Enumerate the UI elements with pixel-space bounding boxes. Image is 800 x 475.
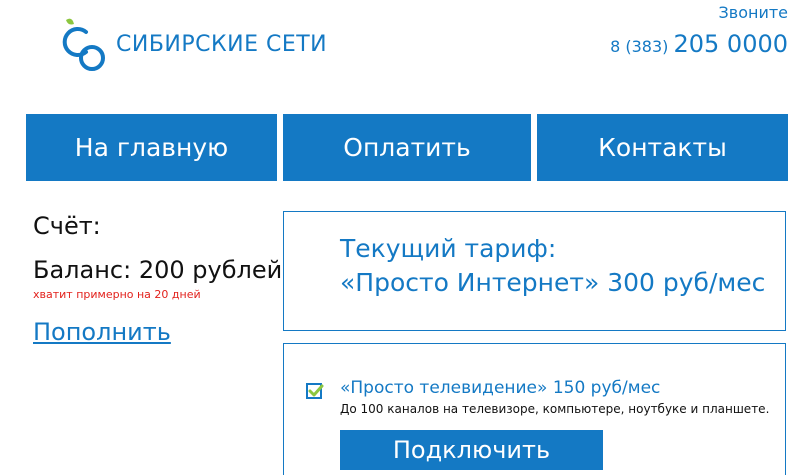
brand-name: СИБИРСКИЕ СЕТИ (116, 32, 328, 57)
page: СИБИРСКИЕ СЕТИ Звоните 8 (383) 205 0000 … (0, 0, 800, 475)
logo[interactable]: СИБИРСКИЕ СЕТИ (60, 16, 327, 74)
checkmark-icon (308, 384, 324, 397)
nav-home-button[interactable]: На главную (26, 114, 277, 181)
balance-hint: хватит примерно на 20 дней (33, 288, 201, 301)
nav-contacts-button[interactable]: Контакты (537, 114, 788, 181)
offer-description: До 100 каналов на телевизоре, компьютере… (340, 402, 770, 416)
phone-code: 8 (383) (610, 37, 669, 56)
call-label: Звоните (718, 3, 789, 22)
logo-mark-icon (62, 18, 105, 71)
topup-link[interactable]: Пополнить (33, 318, 171, 346)
nav-pay-button[interactable]: Оплатить (283, 114, 531, 181)
offer-title: «Просто телевидение» 150 руб/мес (340, 378, 661, 398)
current-tariff-panel: Текущий тариф: «Просто Интернет» 300 руб… (283, 211, 786, 331)
balance-text: Баланс: 200 рублей (33, 256, 283, 284)
tariff-name: «Просто Интернет» 300 руб/мес (340, 268, 766, 297)
tariff-title: Текущий тариф: (340, 234, 557, 263)
offer-checkbox[interactable] (306, 383, 324, 399)
phone-digits: 205 0000 (673, 30, 788, 58)
account-label: Счёт: (33, 212, 101, 240)
tv-offer-panel: «Просто телевидение» 150 руб/мес До 100 … (283, 343, 786, 475)
phone-number[interactable]: 8 (383) 205 0000 (610, 30, 788, 58)
connect-button[interactable]: Подключить (340, 430, 603, 470)
